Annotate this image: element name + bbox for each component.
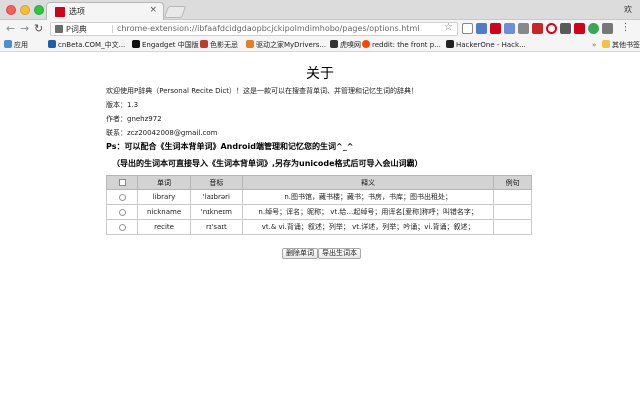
bookmark-star-icon[interactable]: ☆: [444, 22, 453, 33]
column-header-example: 例句: [493, 175, 532, 190]
intro-text: 欢迎使用P辞典（Personal Recite Dict）！这是一款可以在搜查背…: [106, 87, 419, 95]
hackerone-icon: [446, 40, 454, 48]
meaning-cell: vt.& vi.背诵；叙述；列举； vt.详述，列举；吟诵；vi.背诵；叙述；: [242, 219, 495, 235]
page-title: 关于: [306, 66, 334, 82]
row-select-cell: [105, 204, 139, 220]
bookmark-mydrivers[interactable]: 驱动之家MyDrivers...: [246, 39, 326, 51]
bookmark-huxiu[interactable]: 虎嗅网: [330, 39, 361, 51]
table-row: recite rɪ'saɪt vt.& vi.背诵；叙述；列举； vt.详述，列…: [105, 219, 532, 235]
menu-icon[interactable]: ⋮: [620, 23, 631, 34]
bookmark-xitek[interactable]: 色影无忌: [200, 39, 238, 51]
author-text: 作者：gnehz972: [106, 115, 162, 123]
new-tab-button[interactable]: [163, 6, 187, 18]
example-cell: [493, 219, 532, 235]
red-extension-icon[interactable]: [574, 23, 585, 34]
ps-note: Ps：可以配合《生词本背单词》Android端管理和记忆您的生词^_^: [106, 142, 354, 151]
back-arrow-icon[interactable]: ←: [6, 22, 15, 36]
omnibox-url[interactable]: chrome-extension://ibfaafdcidgdaopbcjcki…: [117, 24, 419, 33]
engadget-icon: [132, 40, 140, 48]
phonetic-cell: rɪ'saɪt: [189, 219, 244, 235]
cnbeta-icon: [48, 40, 56, 48]
red-extension-icon[interactable]: [490, 23, 501, 34]
word-table: 单词 音标 释义 例句 library 'laɪbrəri n.图书馆，藏书楼；…: [105, 175, 532, 235]
select-all-cell: [105, 175, 139, 190]
grid-extension-icon[interactable]: [504, 23, 515, 34]
phonetic-cell: 'nɪkneɪm: [189, 204, 244, 220]
table-row: library 'laɪbrəri n.图书馆，藏书楼；藏书；书房，书库；图书出…: [105, 189, 532, 205]
bookmark-engadget[interactable]: Engadget 中国版: [132, 39, 199, 51]
bookmark-hackerone[interactable]: HackerOne - Hack...: [446, 39, 526, 51]
export-wordbook-button[interactable]: 导出生词本: [318, 248, 361, 259]
row-select-radio[interactable]: [118, 223, 126, 231]
page-content: 关于 欢迎使用P辞典（Personal Recite Dict）！这是一款可以在…: [0, 53, 640, 400]
word-cell: nickname: [137, 204, 191, 220]
bookmarks-bar: 应用 cnBeta.COM_中文... Engadget 中国版 色影无忌 驱动…: [0, 38, 640, 52]
forward-arrow-icon[interactable]: →: [20, 22, 29, 36]
close-window-button[interactable]: [6, 5, 16, 15]
version-text: 版本：1.3: [106, 101, 139, 109]
mydrivers-icon: [246, 40, 254, 48]
tab-title: 选项: [69, 7, 85, 16]
select-all-checkbox[interactable]: [118, 179, 126, 186]
table-header-row: 单词 音标 释义 例句: [105, 175, 532, 190]
huxiu-icon: [330, 40, 338, 48]
minimize-window-button[interactable]: [20, 5, 30, 15]
tab-options[interactable]: 选项 ×: [46, 2, 164, 21]
row-select-radio[interactable]: [118, 208, 126, 216]
word-cell: library: [137, 189, 191, 205]
word-cell: recite: [137, 219, 191, 235]
red-extension-icon[interactable]: [532, 23, 543, 34]
bookmarks-overflow-button[interactable]: »: [592, 39, 596, 51]
meaning-cell: n.绰号；诨名；昵称； vt.给…起绰号；用诨名[爱称]称呼；叫错名字；: [242, 204, 495, 220]
extension-toolbar: ⋮: [462, 23, 638, 35]
example-cell: [493, 189, 532, 205]
reload-icon[interactable]: ↻: [34, 22, 43, 36]
extension-icon[interactable]: [602, 23, 613, 34]
star-icon[interactable]: [462, 23, 473, 34]
opera-icon[interactable]: [546, 23, 557, 34]
table-row: nickname 'nɪkneɪm n.绰号；诨名；昵称； vt.给…起绰号；用…: [105, 204, 532, 220]
folder-icon: [602, 40, 610, 48]
contact-text: 联系：zcz20042008@gmail.com: [106, 129, 218, 137]
maximize-window-button[interactable]: [34, 5, 44, 15]
p-dict-favicon-icon: [55, 7, 65, 17]
tab-close-icon[interactable]: ×: [149, 5, 157, 15]
apps-grid-icon: [4, 40, 12, 48]
extension-page-icon: [55, 25, 63, 33]
browser-toolbar: ← → ↻ P词典 | chrome-extension://ibfaafdci…: [0, 20, 640, 38]
window-titlebar: 选项 × 欢: [0, 0, 640, 21]
extension-icon[interactable]: [560, 23, 571, 34]
row-select-radio[interactable]: [118, 193, 126, 201]
export-note: （导出的生词本可直接导入《生词本背单词》,另存为unicode格式后可导入会山词…: [112, 159, 423, 168]
bookmark-cnbeta[interactable]: cnBeta.COM_中文...: [48, 39, 125, 51]
bookmark-reddit[interactable]: reddit: the front p...: [362, 39, 441, 51]
row-select-cell: [105, 219, 139, 235]
meaning-cell: n.图书馆，藏书楼；藏书；书房，书库；图书出租处；: [242, 189, 495, 205]
column-header-meaning: 释义: [242, 175, 495, 190]
xitek-icon: [200, 40, 208, 48]
grid-extension-icon[interactable]: [476, 23, 487, 34]
address-bar[interactable]: P词典 | chrome-extension://ibfaafdcidgdaop…: [50, 22, 458, 36]
omnibox-extension-name: P词典: [66, 25, 87, 34]
delete-word-button[interactable]: 删除单词: [282, 248, 318, 259]
bookmark-apps[interactable]: 应用: [4, 39, 28, 51]
other-bookmarks[interactable]: 其他书签: [602, 39, 640, 51]
extension-icon[interactable]: [518, 23, 529, 34]
reddit-icon: [362, 40, 370, 48]
example-cell: [493, 204, 532, 220]
omnibox-separator: |: [111, 24, 114, 33]
profile-button[interactable]: 欢: [624, 4, 632, 15]
refresh-extension-icon[interactable]: [588, 23, 599, 34]
column-header-phonetic: 音标: [189, 175, 244, 190]
phonetic-cell: 'laɪbrəri: [189, 189, 244, 205]
column-header-word: 单词: [137, 175, 191, 190]
row-select-cell: [105, 189, 139, 205]
